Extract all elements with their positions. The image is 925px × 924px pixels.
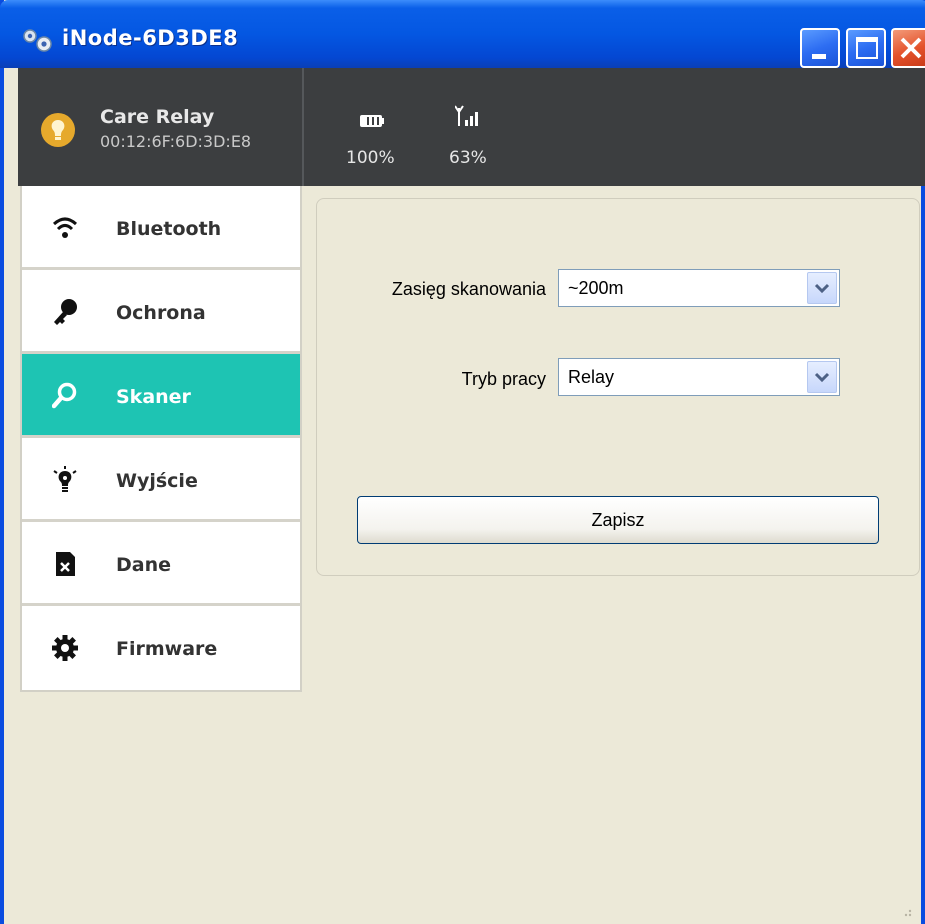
sd-card-icon <box>56 552 75 576</box>
sidebar-item-dane[interactable]: Dane <box>22 522 300 606</box>
mode-value: Relay <box>568 367 615 387</box>
sidebar-item-ochrona[interactable]: Ochrona <box>22 270 300 354</box>
battery-level: 100% <box>346 148 395 168</box>
scanner-settings-panel: Zasięg skanowania ~200m Tryb pracy Relay… <box>316 198 920 576</box>
scan-range-select[interactable]: ~200m <box>558 269 840 307</box>
chevron-down-icon[interactable] <box>807 361 837 393</box>
lightbulb-icon <box>41 113 75 147</box>
sidebar-item-label: Dane <box>116 554 172 576</box>
gears-icon <box>23 29 52 52</box>
app-window: iNode-6D3DE8 Care Relay 00:12:6F:6D:3D:E… <box>0 0 925 924</box>
signal-level: 63% <box>449 148 487 168</box>
magnifier-icon <box>52 382 77 409</box>
mode-select[interactable]: Relay <box>558 358 840 396</box>
device-mac: 00:12:6F:6D:3D:E8 <box>100 132 252 151</box>
maximize-button[interactable] <box>846 28 886 68</box>
sidebar-item-firmware[interactable]: Firmware <box>22 606 300 690</box>
save-button[interactable]: Zapisz <box>357 496 879 544</box>
close-button[interactable] <box>891 28 925 68</box>
minimize-button[interactable] <box>800 28 840 68</box>
sidebar-item-label: Ochrona <box>116 302 206 324</box>
sidebar-nav: Bluetooth Ochrona Skaner Wyjście Dane Fi… <box>20 186 302 692</box>
sidebar-item-bluetooth[interactable]: Bluetooth <box>22 186 300 270</box>
title-bar[interactable]: iNode-6D3DE8 <box>0 0 925 68</box>
sidebar-item-label: Firmware <box>116 638 218 660</box>
gear-icon <box>52 635 78 661</box>
bulb-icon <box>53 466 77 492</box>
key-icon <box>54 299 77 325</box>
scan-range-label: Zasięg skanowania <box>391 279 546 299</box>
wifi-icon <box>52 217 78 238</box>
window-title: iNode-6D3DE8 <box>62 26 239 50</box>
device-name: Care Relay <box>100 106 215 128</box>
minimize-icon <box>812 54 826 59</box>
device-header: Care Relay 00:12:6F:6D:3D:E8 100% 63% <box>18 68 925 186</box>
header-divider <box>302 68 304 186</box>
chevron-down-icon[interactable] <box>807 272 837 304</box>
maximize-icon <box>856 37 878 59</box>
close-icon <box>900 37 922 59</box>
resize-grip-icon[interactable] <box>897 902 913 918</box>
sidebar-item-skaner[interactable]: Skaner <box>22 354 300 438</box>
sidebar-item-label: Wyjście <box>116 470 198 492</box>
sidebar-item-label: Bluetooth <box>116 218 222 240</box>
signal-icon <box>455 105 478 126</box>
battery-icon <box>360 115 384 127</box>
sidebar-item-wyjscie[interactable]: Wyjście <box>22 438 300 522</box>
scan-range-value: ~200m <box>568 278 624 298</box>
sidebar-item-label: Skaner <box>116 386 191 408</box>
mode-label: Tryb pracy <box>461 369 546 389</box>
